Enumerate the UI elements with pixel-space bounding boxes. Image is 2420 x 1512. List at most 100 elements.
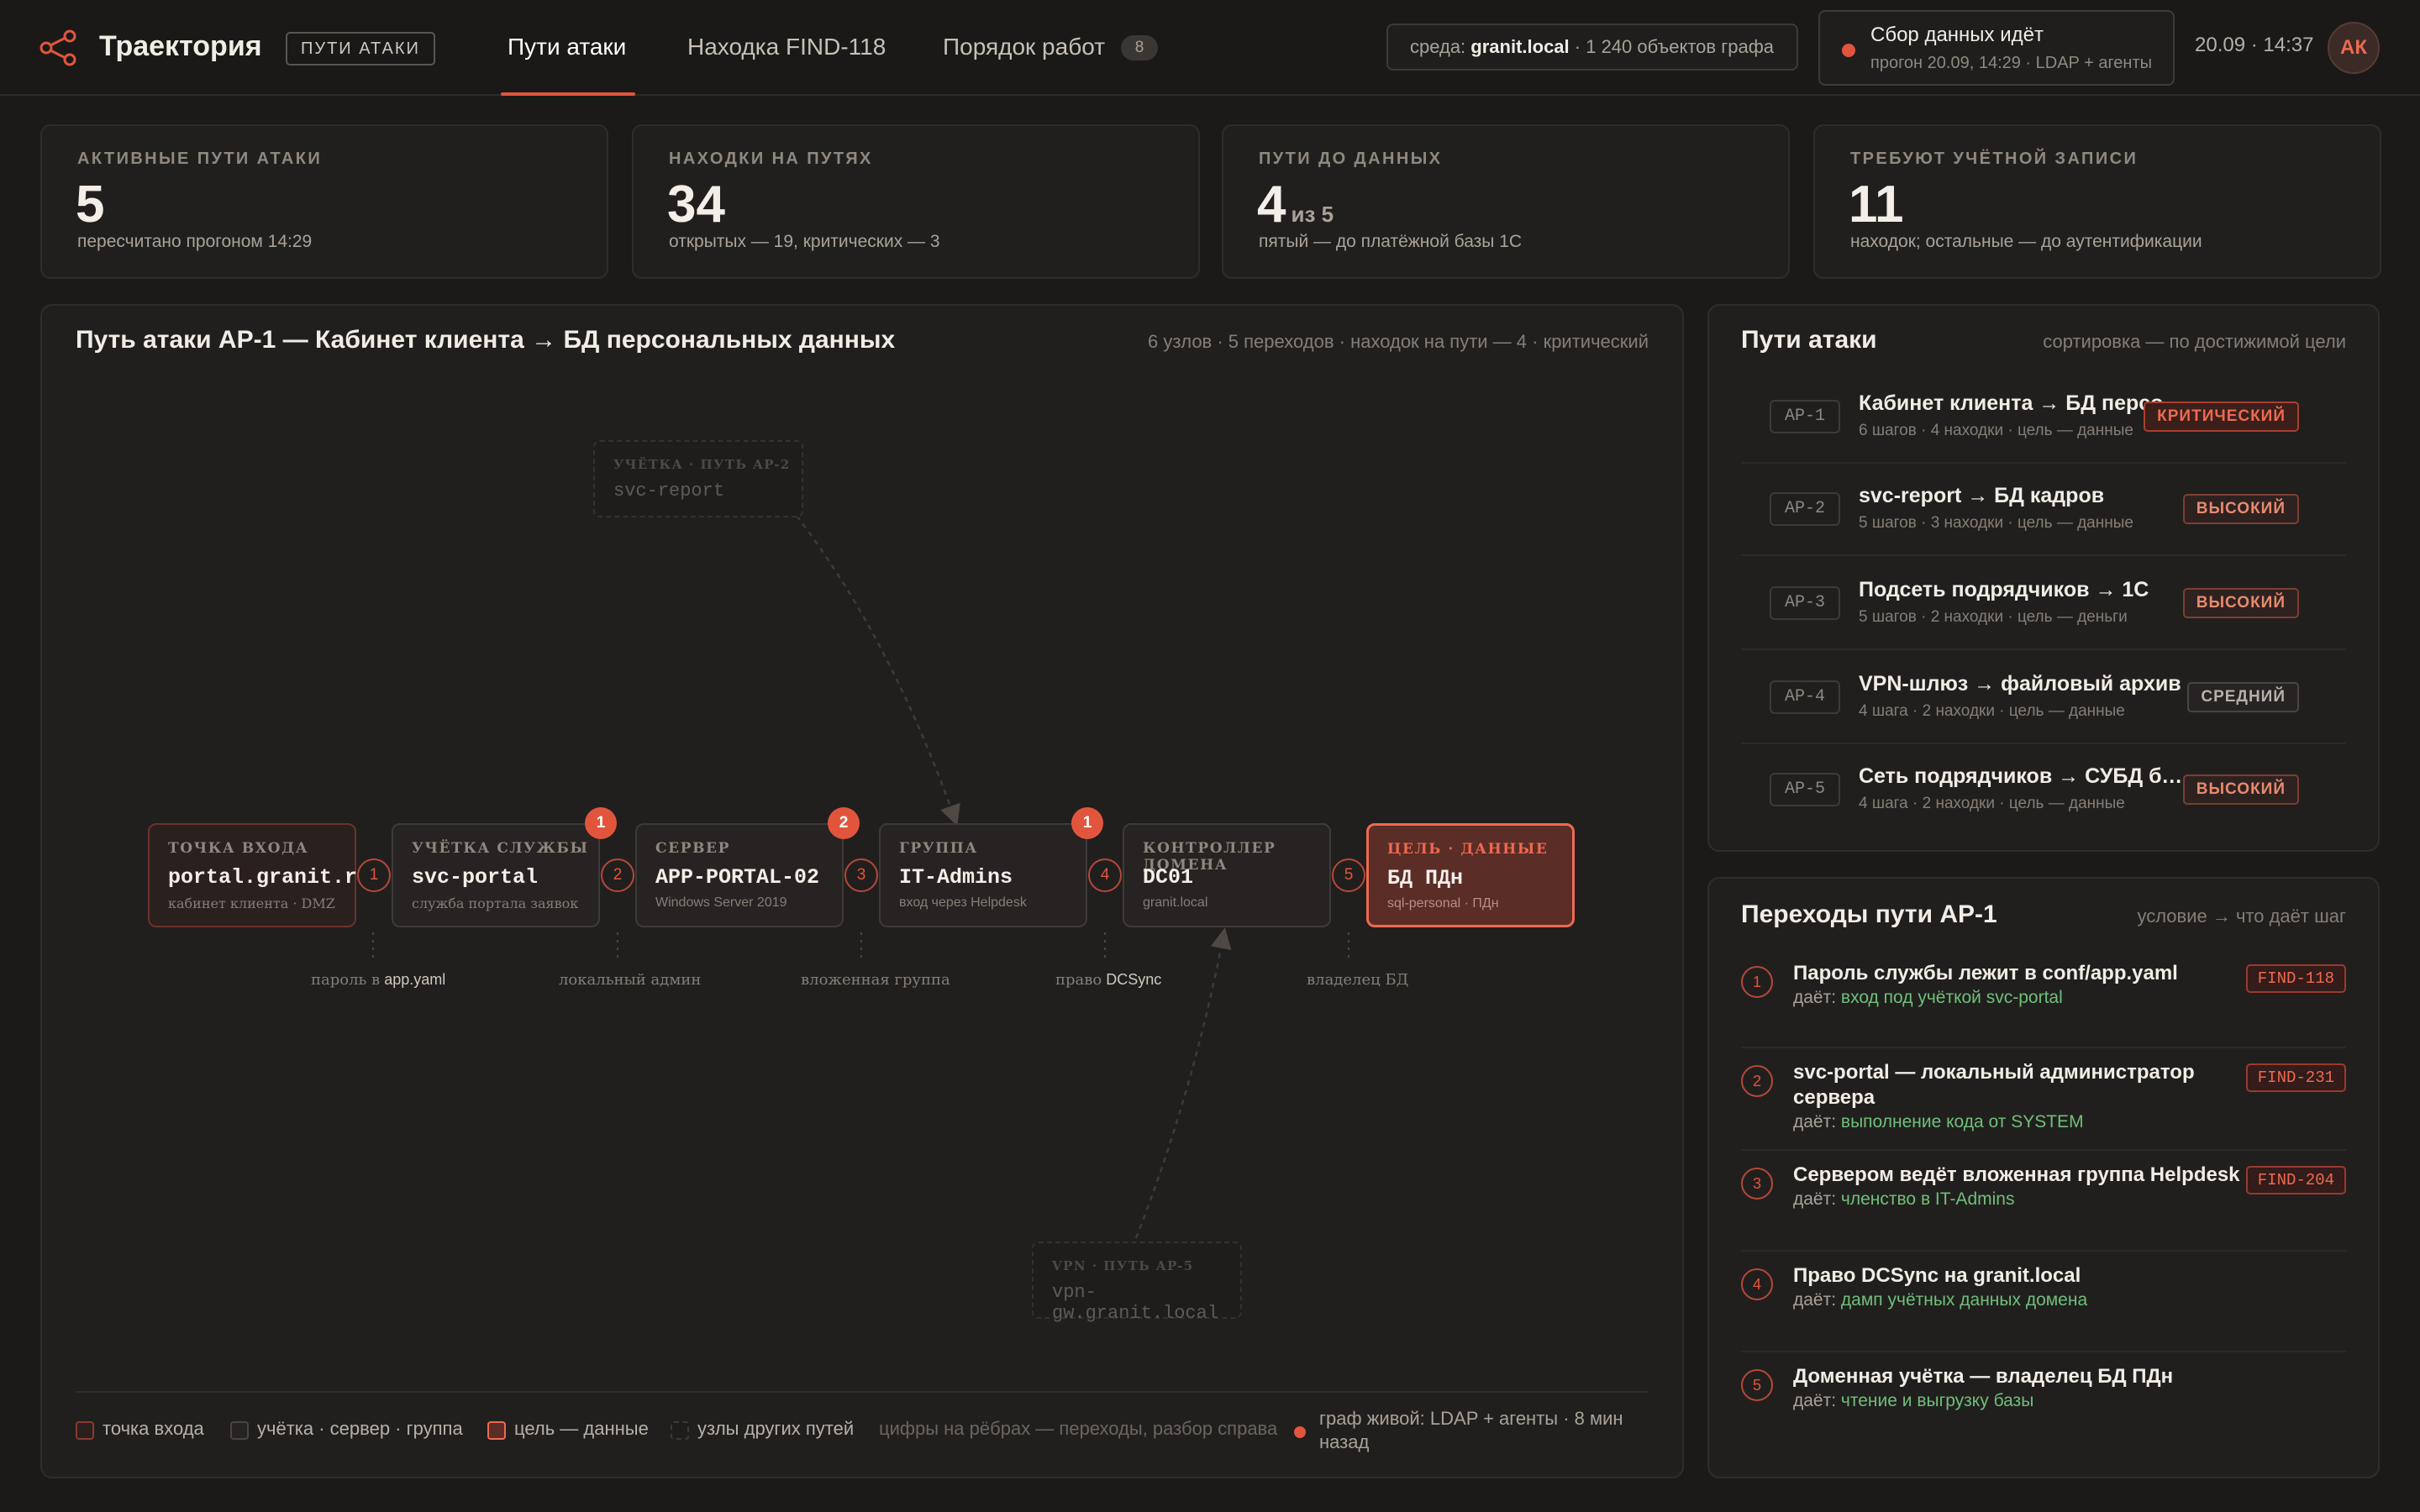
attack-path-item[interactable]: AP-1 Кабинет клиента → БД персональных д… [1741,371,2346,464]
severity-badge: КРИТИЧЕСКИЙ [2144,402,2299,432]
node-target-data[interactable]: ЦЕЛЬ · ДАННЫЕ БД ПДн sql-personal · ПДн [1366,823,1575,927]
edge-label: пароль в app.yaml [311,971,446,989]
transition-gives: даёт: выполнение кода от SYSTEM [1793,1112,2084,1131]
legend-internal: учётка · сервер · группа [257,1418,463,1439]
transitions-meta: условие → что даёт шаг [2137,906,2346,927]
path-title: VPN-шлюз → файловый архив [1859,672,2181,696]
path-title: Подсеть подрядчиков → 1С [1859,578,2149,601]
path-id: AP-5 [1770,773,1840,806]
attack-path-item[interactable]: AP-4 VPN-шлюз → файловый архив 4 шага · … [1741,652,2346,744]
legend-live-2: назад [1319,1431,1370,1452]
severity-badge: СРЕДНИЙ [2187,682,2299,712]
severity-badge: ВЫСОКИЙ [2182,774,2299,805]
severity-badge: ВЫСОКИЙ [2182,588,2299,618]
legend-other: узлы других путей [697,1418,855,1439]
node-sub: кабинет клиента · DMZ [168,895,335,911]
step-number: 3 [1741,1168,1773,1200]
finding-link[interactable]: FIND-231 [2245,1063,2346,1092]
app-root: Траектория ПУТИ АТАКИ Пути атаки Находка… [0,0,2420,1512]
node-sub: granit.local [1143,895,1208,910]
attack-path-item[interactable]: AP-2 svc-report → БД кадров 5 шагов · 3 … [1741,464,2346,556]
path-title: svc-report → БД кадров [1859,484,2105,507]
transition-title: svc-portal — локальный администратор сер… [1793,1061,2195,1109]
paths-title: Пути атаки [1741,326,1877,354]
path-meta: 5 шагов · 2 находки · цель — деньги [1859,608,2128,626]
legend-entry-swatch [76,1421,94,1440]
finding-count-badge[interactable]: 2 [828,807,860,839]
divider [1741,1351,2346,1352]
ghost-node-vpn-gw[interactable]: VPN · ПУТЬ AP-5 vpn-gw.granit.local [1032,1242,1242,1324]
edge-number[interactable]: 5 [1332,858,1365,892]
node-entry-point[interactable]: ТОЧКА ВХОДА portal.granit.ru кабинет кли… [148,823,370,927]
node-name: БД ПДн [1387,866,1464,890]
transition-title: Право DCSync на granit.local [1793,1264,2081,1287]
divider [1741,1149,2346,1151]
edge-label: владелец БД [1307,971,1409,989]
path-id: AP-1 [1770,400,1840,433]
transition-title: Сервером ведёт вложенная группа Helpdesk [1793,1163,2240,1186]
node-name: svc-portal [412,865,539,890]
edge-label: вложенная группа [801,971,950,989]
edge-label: право DCSync [1055,971,1162,989]
transitions-title: Переходы пути AP-1 [1741,900,1997,928]
attack-path-item[interactable]: AP-3 Подсеть подрядчиков → 1С 5 шагов · … [1741,558,2346,650]
transition-title: Доменная учётка — владелец БД ПДн [1793,1365,2174,1388]
finding-link[interactable]: FIND-118 [2245,964,2346,993]
legend-entry: точка входа [103,1418,204,1439]
edge-number[interactable]: 4 [1088,858,1122,892]
node-kind: ТОЧКА ВХОДА [168,840,309,857]
attack-path-item[interactable]: AP-5 Сеть подрядчиков → СУБД бухгалтерии… [1741,744,2346,837]
step-number: 5 [1741,1369,1773,1401]
node-sub: вход через Helpdesk [899,895,1027,910]
edge-number[interactable]: 2 [601,858,634,892]
node-name: svc-report [613,480,725,501]
path-title: Сеть подрядчиков → СУБД бухгалтерии [1859,764,2185,788]
path-meta: 5 шагов · 3 находки · цель — данные [1859,514,2133,532]
ghost-edge-ap2 [796,515,960,827]
node-kind: ГРУППА [899,840,978,857]
node-name: vpn-gw.granit.local [1052,1282,1219,1324]
node-domain-controller[interactable]: КОНТРОЛЛЕР ДОМЕНА DC01 granit.local [1123,823,1331,927]
legend-internal-swatch [230,1421,249,1440]
node-sub: sql-personal · ПДн [1387,896,1499,911]
ghost-node-svc-report[interactable]: УЧЁТКА · ПУТЬ AP-2 svc-report [593,440,803,517]
finding-link[interactable]: FIND-204 [2245,1166,2346,1194]
legend-other-swatch [671,1421,689,1440]
legend-target: цель — данные [514,1418,649,1439]
node-name: APP-PORTAL-02 [655,865,820,890]
step-number: 1 [1741,966,1773,998]
path-meta: 4 шага · 2 находки · цель — данные [1859,702,2125,720]
node-server[interactable]: СЕРВЕР APP-PORTAL-02 Windows Server 2019 [635,823,844,927]
node-kind: VPN · ПУТЬ AP-5 [1052,1258,1194,1273]
legend-divider [76,1391,1649,1393]
paths-meta: сортировка — по достижимой цели [2043,331,2346,352]
node-kind: СЕРВЕР [655,840,730,857]
divider [1741,1250,2346,1252]
finding-count-badge[interactable]: 1 [585,807,617,839]
node-name: portal.granit.ru [168,865,371,890]
transition-title: Пароль службы лежит в conf/app.yaml [1793,962,2178,984]
node-sub: служба портала заявок [412,895,579,911]
node-name: DC01 [1143,865,1194,890]
transition-gives: даёт: вход под учёткой svc-portal [1793,988,2063,1007]
finding-count-badge[interactable]: 1 [1071,807,1103,839]
node-service-account[interactable]: УЧЁТКА СЛУЖБЫ svc-portal служба портала … [392,823,600,927]
step-number: 4 [1741,1268,1773,1300]
transition-gives: даёт: членство в IT-Admins [1793,1189,2015,1209]
node-kind: ЦЕЛЬ · ДАННЫЕ [1387,841,1549,858]
node-name: IT-Admins [899,865,1013,890]
node-kind: УЧЁТКА · ПУТЬ AP-2 [613,457,791,472]
edge-number[interactable]: 1 [357,858,391,892]
path-meta: 6 шагов · 4 находки · цель — данные [1859,422,2133,439]
path-id: AP-2 [1770,492,1840,526]
edge-number[interactable]: 3 [844,858,878,892]
legend-live-1: граф живой: LDAP + агенты · 8 мин [1319,1408,1623,1429]
legend-target-swatch [487,1421,506,1440]
node-group[interactable]: ГРУППА IT-Admins вход через Helpdesk [879,823,1087,927]
live-dot-icon [1294,1426,1306,1438]
edge-label: локальный админ [559,971,702,989]
node-sub: Windows Server 2019 [655,895,787,910]
legend-note: цифры на рёбрах — переходы, разбор справ… [879,1418,1278,1439]
path-meta: 4 шага · 2 находки · цель — данные [1859,795,2125,812]
step-number: 2 [1741,1065,1773,1097]
